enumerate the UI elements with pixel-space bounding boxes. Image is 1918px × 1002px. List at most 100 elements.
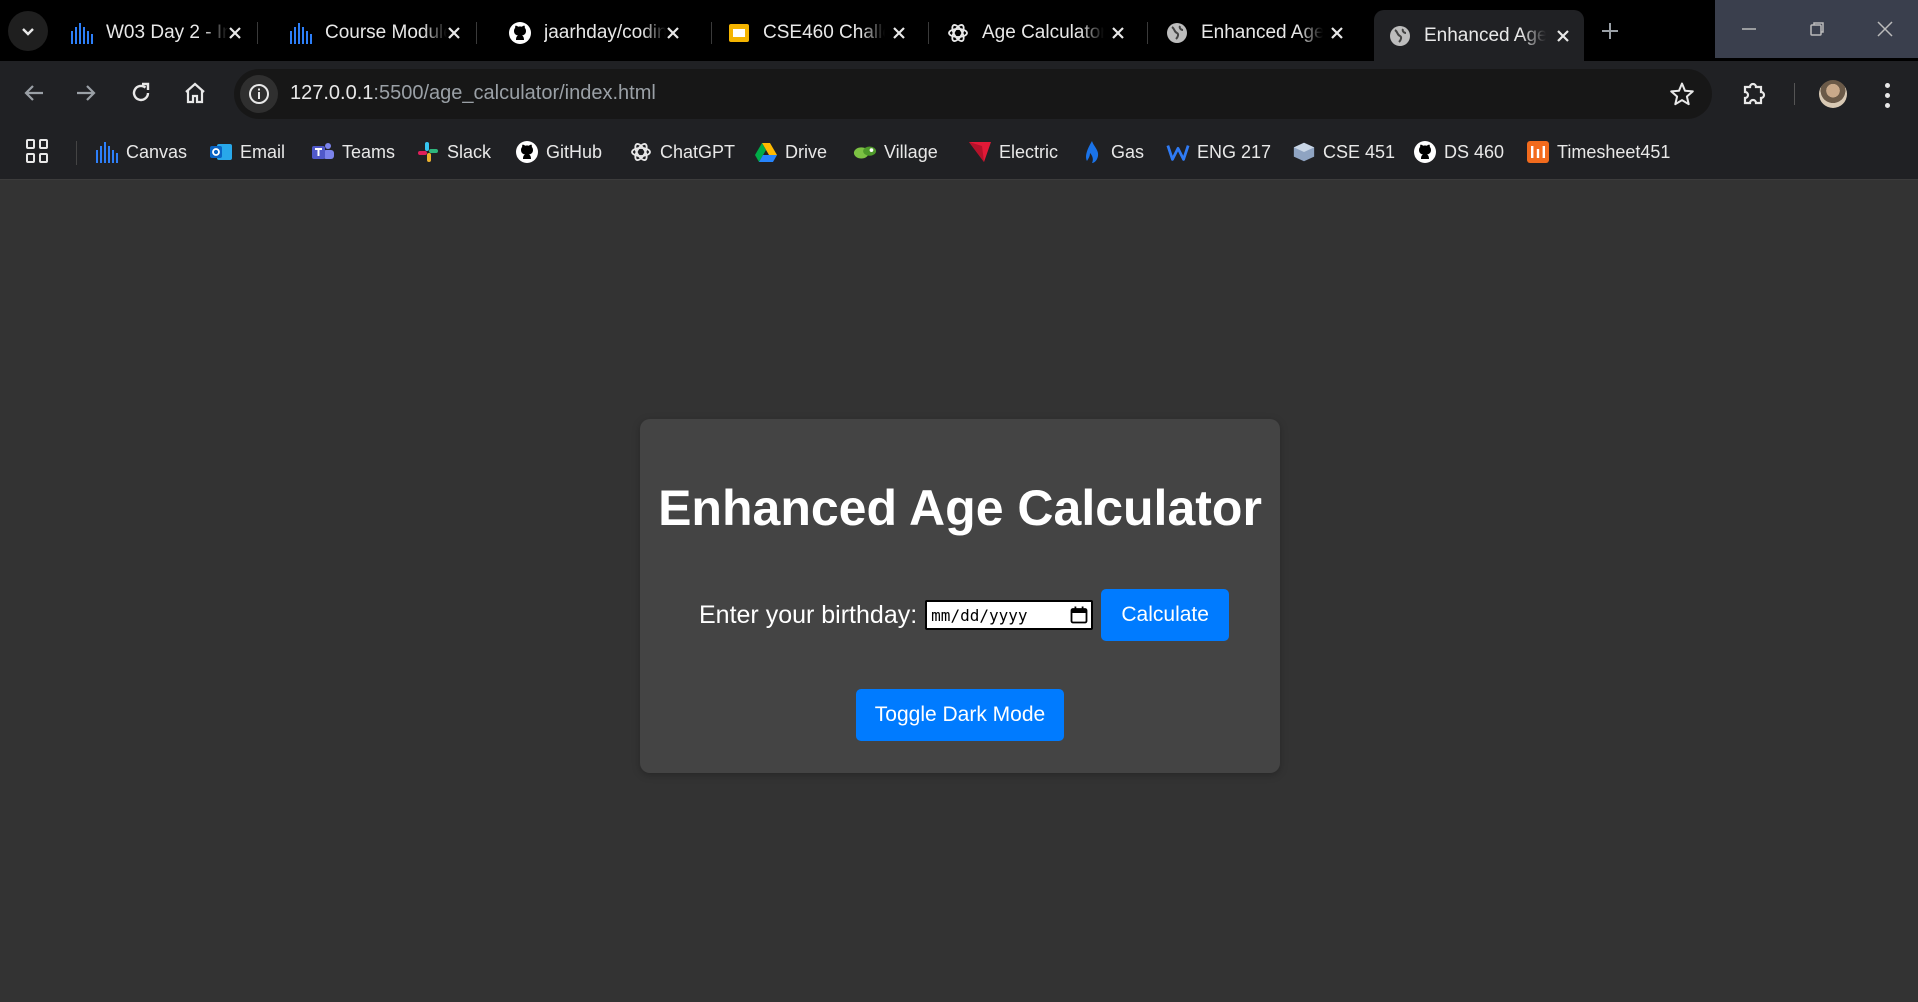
slack-icon <box>416 140 440 164</box>
restore-button[interactable] <box>1783 0 1851 58</box>
close-icon[interactable] <box>443 22 465 44</box>
canvas-icon <box>95 140 119 164</box>
tab-title: jaarhday/coding <box>544 22 666 43</box>
site-info-button[interactable] <box>240 75 278 113</box>
birthday-row: Enter your birthday: mm/dd/yyyy Calculat… <box>699 589 1230 641</box>
reload-button[interactable] <box>121 73 161 113</box>
tab-course-modules[interactable]: Course Modules <box>275 10 475 56</box>
bookmark-village[interactable]: Village <box>853 137 938 167</box>
date-placeholder: mm/dd/yyyy <box>931 605 1028 625</box>
gas-icon <box>1080 140 1104 164</box>
extensions-button[interactable] <box>1734 73 1774 113</box>
kebab-dot <box>1884 102 1890 108</box>
close-icon[interactable] <box>1552 25 1574 47</box>
bookmark-label: Drive <box>785 141 828 162</box>
close-icon[interactable] <box>1107 22 1129 44</box>
calculator-card: Enhanced Age Calculator Enter your birth… <box>640 419 1280 773</box>
bookmark-eng217[interactable]: ENG 217 <box>1166 137 1271 167</box>
bookmark-timesheet451[interactable]: Timesheet451 <box>1526 137 1670 167</box>
bookmark-drive[interactable]: Drive <box>754 137 827 167</box>
outlook-icon <box>209 140 233 164</box>
bookmark-label: Teams <box>342 141 396 162</box>
bookmark-slack[interactable]: Slack <box>416 137 491 167</box>
apps-square <box>26 139 35 149</box>
minimize-button[interactable] <box>1715 0 1783 58</box>
bookmark-label: ChatGPT <box>660 141 736 162</box>
bookmark-cse451[interactable]: CSE 451 <box>1292 137 1395 167</box>
close-icon[interactable] <box>1326 22 1348 44</box>
back-arrow-icon <box>24 85 43 101</box>
new-tab-button[interactable] <box>1590 14 1630 48</box>
address-bar[interactable]: 127.0.0.1:5500/age_calculator/index.html <box>234 69 1712 119</box>
chatgpt-icon <box>629 140 653 164</box>
tab-w03-day2[interactable]: W03 Day 2 - In-class <box>56 10 256 56</box>
close-icon[interactable] <box>224 22 246 44</box>
bookmark-github[interactable]: GitHub <box>515 137 602 167</box>
teams-icon <box>311 140 335 164</box>
info-icon <box>249 84 269 104</box>
browser-toolbar: 127.0.0.1:5500/age_calculator/index.html <box>0 61 1918 127</box>
w-icon <box>1166 140 1190 164</box>
forward-arrow-icon <box>77 85 96 101</box>
globe-icon <box>1165 21 1189 45</box>
plus-icon <box>1602 23 1618 39</box>
tab-separator <box>257 22 258 44</box>
home-button[interactable] <box>175 73 215 113</box>
globe-icon <box>1388 24 1412 48</box>
kebab-dot <box>1884 82 1890 88</box>
toggle-dark-mode-button[interactable]: Toggle Dark Mode <box>856 689 1064 741</box>
back-button[interactable] <box>14 73 54 113</box>
timesheet-icon <box>1526 140 1550 164</box>
reload-icon <box>132 82 150 102</box>
bookmark-chatgpt[interactable]: ChatGPT <box>629 137 735 167</box>
url-text[interactable]: 127.0.0.1:5500/age_calculator/index.html <box>290 82 656 105</box>
bookmark-email[interactable]: Email <box>209 137 285 167</box>
bookmark-star-button[interactable] <box>1668 80 1696 108</box>
bookmark-label: Email <box>240 141 286 162</box>
browser-menu-button[interactable] <box>1872 75 1902 115</box>
tab-github-repo[interactable]: jaarhday/coding <box>494 10 694 56</box>
profile-avatar[interactable] <box>1819 80 1847 108</box>
forward-button[interactable] <box>66 73 106 113</box>
bookmark-gas[interactable]: Gas <box>1080 137 1144 167</box>
electric-icon <box>968 140 992 164</box>
page-title: Enhanced Age Calculator <box>658 480 1262 536</box>
cse-icon <box>1292 140 1316 164</box>
bookmark-ds460[interactable]: DS 460 <box>1413 137 1504 167</box>
chevron-down-icon <box>22 28 34 36</box>
toolbar-divider <box>1794 83 1795 105</box>
tab-title: W03 Day 2 - In-class <box>106 22 228 43</box>
bookmark-label: DS 460 <box>1444 141 1505 162</box>
calculate-button[interactable]: Calculate <box>1101 589 1230 641</box>
tab-strip: W03 Day 2 - In-class Course Modules jaar… <box>0 0 1918 61</box>
bookmark-electric[interactable]: Electric <box>968 137 1058 167</box>
url-path: :5500/age_calculator/index.html <box>373 82 656 104</box>
home-icon <box>185 82 205 104</box>
close-window-button[interactable] <box>1851 0 1918 58</box>
chatgpt-icon <box>946 21 970 45</box>
tab-search-button[interactable] <box>8 11 48 51</box>
tab-enhanced-age-active[interactable]: Enhanced Age <box>1374 10 1584 61</box>
tab-age-calculator[interactable]: Age Calculator <box>932 10 1139 56</box>
birthday-date-input[interactable]: mm/dd/yyyy <box>925 600 1094 630</box>
page-viewport: Enhanced Age Calculator Enter your birth… <box>0 180 1918 1002</box>
apps-grid-icon[interactable] <box>26 139 50 163</box>
close-icon[interactable] <box>888 22 910 44</box>
tab-cse460-challenge[interactable]: CSE460 Challenge <box>713 10 920 56</box>
github-icon <box>1413 140 1437 164</box>
slides-icon <box>727 21 751 45</box>
restore-icon <box>1810 22 1824 36</box>
close-icon[interactable] <box>662 22 684 44</box>
github-icon <box>515 140 539 164</box>
bookmark-canvas[interactable]: Canvas <box>95 137 187 167</box>
tab-title: Age Calculator <box>982 22 1104 43</box>
url-host: 127.0.0.1 <box>290 82 374 104</box>
calendar-icon <box>1070 606 1088 624</box>
bookmark-label: GitHub <box>546 141 603 162</box>
bookmark-teams[interactable]: Teams <box>311 137 395 167</box>
tab-enhanced-age-1[interactable]: Enhanced Age <box>1151 10 1358 56</box>
drive-icon <box>754 140 778 164</box>
github-icon <box>508 21 532 45</box>
bookmark-label: Electric <box>999 141 1059 162</box>
bookmark-label: ENG 217 <box>1197 141 1272 162</box>
